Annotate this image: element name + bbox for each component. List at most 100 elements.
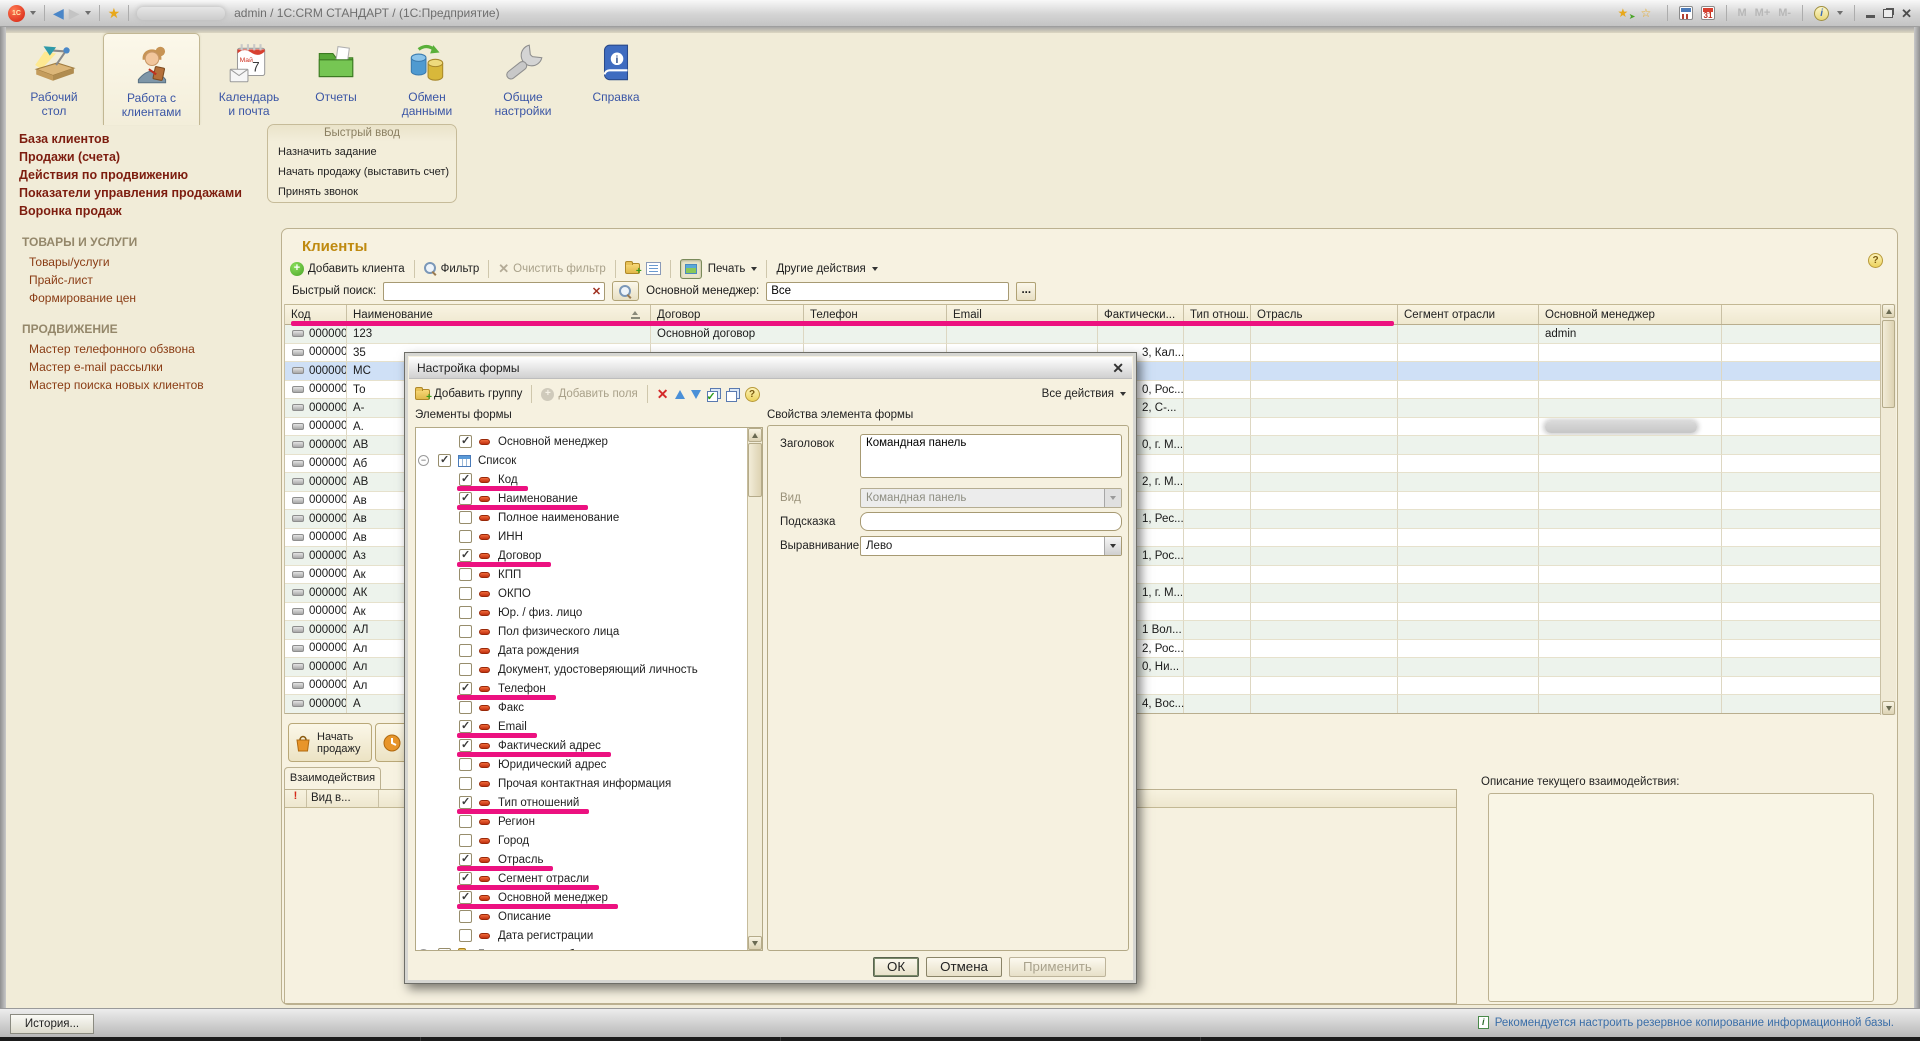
- tree-item-пол-физического-лица[interactable]: Пол физического лица: [416, 622, 747, 641]
- tree-item-дата-регистрации[interactable]: Дата регистрации: [416, 926, 747, 945]
- add-favorite-icon[interactable]: ★➤: [1618, 6, 1633, 21]
- checkbox[interactable]: [459, 720, 472, 733]
- checkbox[interactable]: [459, 644, 472, 657]
- tab-общие-настройки[interactable]: Общиенастройки: [477, 33, 569, 125]
- info-caret-icon[interactable]: [1837, 11, 1843, 15]
- dropdown-button[interactable]: [1104, 537, 1121, 555]
- tree-item-город[interactable]: Город: [416, 831, 747, 850]
- scroll-thumb[interactable]: [1882, 320, 1895, 408]
- tree-item-отрасль[interactable]: Отрасль: [416, 850, 747, 869]
- checkbox[interactable]: [459, 435, 472, 448]
- tree-item-договор[interactable]: Договор: [416, 546, 747, 565]
- move-down-button[interactable]: [691, 390, 701, 399]
- checkbox[interactable]: [459, 853, 472, 866]
- manager-picker-button[interactable]: ...: [1016, 282, 1036, 301]
- sidebar-item-формирование-цен[interactable]: Формирование цен: [6, 289, 277, 307]
- tab-справка[interactable]: iСправка: [579, 33, 653, 125]
- checkbox[interactable]: [459, 530, 472, 543]
- delete-button[interactable]: ✕: [657, 386, 669, 403]
- tree-item-код[interactable]: Код: [416, 470, 747, 489]
- tree-item-группа-команды-быстрого-ввода[interactable]: +Группа команды быстрого ввода: [416, 945, 747, 951]
- all-actions-button[interactable]: Все действия: [1042, 388, 1126, 400]
- tab-отчеты[interactable]: Отчеты: [297, 33, 375, 125]
- checkbox[interactable]: [459, 682, 472, 695]
- edit-favorites-icon[interactable]: ☆: [1641, 6, 1656, 21]
- sidebar-item-база-клиентов[interactable]: База клиентов: [6, 130, 277, 148]
- tree-item-основной-менеджер[interactable]: Основной менеджер: [416, 888, 747, 907]
- add-client-button[interactable]: + Добавить клиента: [290, 262, 405, 276]
- checkbox[interactable]: [459, 910, 472, 923]
- close-icon[interactable]: ✕: [1112, 361, 1124, 375]
- check-all-button[interactable]: ✓: [707, 388, 720, 401]
- sidebar-item-продажи-счета-[interactable]: Продажи (счета): [6, 148, 277, 166]
- align-prop-select[interactable]: Лево: [860, 536, 1122, 556]
- ok-button[interactable]: ОК: [873, 957, 919, 977]
- checkbox[interactable]: [438, 948, 451, 951]
- add-group-icon[interactable]: [625, 263, 640, 274]
- table-row[interactable]: 000000001123Основной договорadmin: [285, 325, 1881, 344]
- tree-item-основной-менеджер[interactable]: Основной менеджер: [416, 432, 747, 451]
- tab-interactions[interactable]: Взаимодействия: [284, 767, 381, 789]
- description-box[interactable]: [1488, 793, 1874, 1002]
- checkbox[interactable]: [459, 492, 472, 505]
- hint-prop-input[interactable]: [860, 512, 1122, 531]
- tab-календарь-и почта[interactable]: Май7Календарьи почта: [207, 33, 291, 125]
- tree-item-наименование[interactable]: Наименование: [416, 489, 747, 508]
- minimize-button[interactable]: [1866, 15, 1875, 18]
- tree-item-телефон[interactable]: Телефон: [416, 679, 747, 698]
- hierarchy-view-icon[interactable]: [646, 262, 661, 275]
- scroll-down-button[interactable]: [748, 936, 762, 950]
- checkbox[interactable]: [459, 587, 472, 600]
- checkbox[interactable]: [459, 834, 472, 847]
- print-button[interactable]: Печать: [708, 263, 758, 275]
- scroll-down-button[interactable]: [1882, 701, 1895, 715]
- manager-filter-input[interactable]: [766, 282, 1009, 301]
- cancel-button[interactable]: Отмена: [926, 957, 1002, 977]
- run-search-button[interactable]: [612, 281, 639, 301]
- sidebar-item-мастер-поиска-новых-клиентов[interactable]: Мастер поиска новых клиентов: [6, 376, 277, 394]
- column-header-10[interactable]: Основной менеджер: [1539, 305, 1722, 324]
- expand-icon[interactable]: +: [418, 949, 429, 951]
- history-caret-icon[interactable]: [85, 11, 91, 15]
- tree-item-кпп[interactable]: КПП: [416, 565, 747, 584]
- more-actions-button[interactable]: Другие действия: [776, 263, 877, 275]
- sidebar-item-товары-услуги[interactable]: Товары/услуги: [6, 253, 277, 271]
- checkbox[interactable]: [459, 891, 472, 904]
- filter-button[interactable]: Фильтр: [424, 262, 480, 275]
- add-group-button[interactable]: Добавить группу: [415, 388, 522, 400]
- tree-item-окпо[interactable]: ОКПО: [416, 584, 747, 603]
- sidebar-item-показатели-управления-продажами[interactable]: Показатели управления продажами: [6, 184, 277, 202]
- checkbox[interactable]: [459, 758, 472, 771]
- quick-search-input[interactable]: [383, 282, 605, 301]
- dialog-help-button[interactable]: ?: [745, 387, 760, 402]
- tree-item-регион[interactable]: Регион: [416, 812, 747, 831]
- tree-scrollbar[interactable]: [747, 428, 762, 950]
- tree-item-сегмент-отрасли[interactable]: Сегмент отрасли: [416, 869, 747, 888]
- tree-item-полное-наименование[interactable]: Полное наименование: [416, 508, 747, 527]
- checkbox[interactable]: [459, 568, 472, 581]
- column-header-9[interactable]: Сегмент отрасли: [1398, 305, 1539, 324]
- 1c-logo-icon[interactable]: 1С: [8, 5, 25, 22]
- checkbox[interactable]: [459, 777, 472, 790]
- sidebar-item-прайс-лист[interactable]: Прайс-лист: [6, 271, 277, 289]
- quick-input-item[interactable]: Принять звонок: [268, 182, 456, 202]
- sidebar-item-воронка-продаж[interactable]: Воронка продаж: [6, 202, 277, 220]
- list-settings-button[interactable]: [680, 259, 702, 279]
- checkbox[interactable]: [459, 549, 472, 562]
- tree-item-описание[interactable]: Описание: [416, 907, 747, 926]
- history-button[interactable]: История...: [10, 1014, 94, 1034]
- scroll-up-button[interactable]: [1882, 304, 1895, 318]
- checkbox[interactable]: [459, 701, 472, 714]
- tree-item-документ-удостоверяющий-личность[interactable]: Документ, удостоверяющий личность: [416, 660, 747, 679]
- checkbox[interactable]: [459, 929, 472, 942]
- calendar-icon[interactable]: [1701, 6, 1715, 20]
- tree-item-юр-физ-лицо[interactable]: Юр. / физ. лицо: [416, 603, 747, 622]
- scroll-up-button[interactable]: [748, 428, 762, 442]
- checkbox[interactable]: [459, 872, 472, 885]
- start-sale-button[interactable]: Начатьпродажу: [288, 723, 372, 762]
- tree-item-дата-рождения[interactable]: Дата рождения: [416, 641, 747, 660]
- tab-работа с-клиентами[interactable]: Работа склиентами: [103, 33, 200, 125]
- info-icon[interactable]: i: [1814, 6, 1829, 21]
- header-prop-input[interactable]: Командная панель: [860, 434, 1122, 478]
- scroll-thumb[interactable]: [748, 443, 762, 497]
